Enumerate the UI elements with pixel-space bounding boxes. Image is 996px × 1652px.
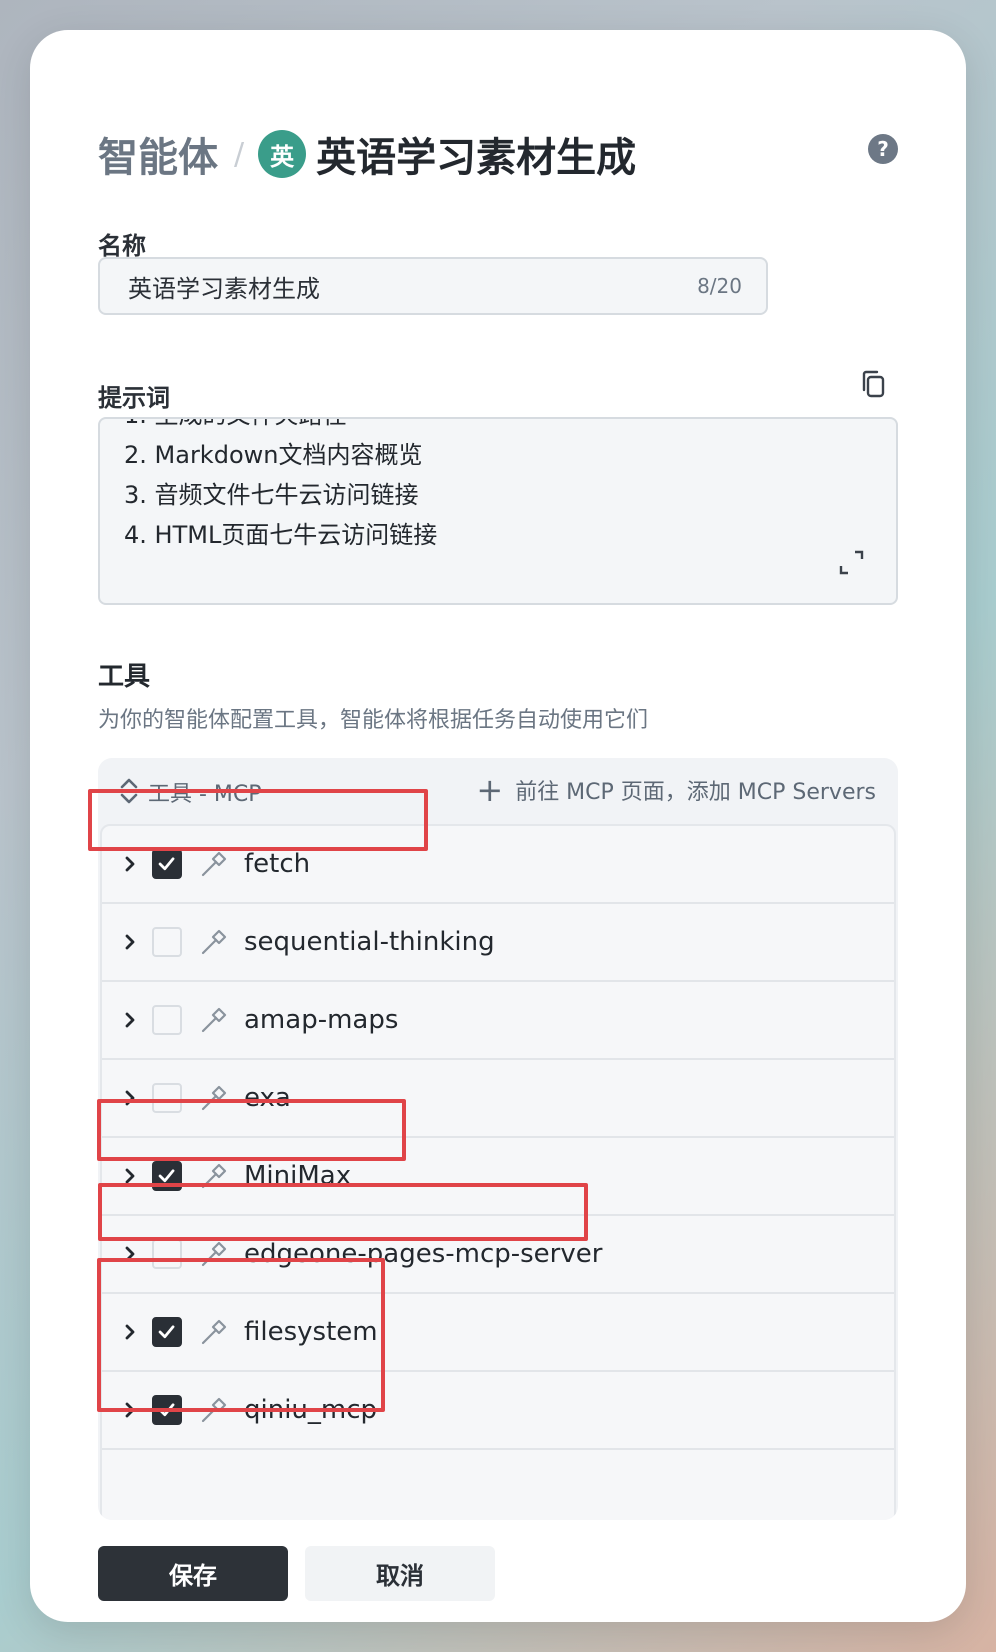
hammer-icon <box>201 851 227 877</box>
add-mcp-label: 前往 MCP 页面，添加 MCP Servers <box>515 780 876 805</box>
prompt-textarea[interactable]: 1. 生成的文件夹路径 2. Markdown文档内容概览 3. 音频文件七牛云… <box>98 417 898 605</box>
highlight-box <box>97 1099 406 1161</box>
prompt-line: 3. 音频文件七牛云访问链接 <box>124 481 419 509</box>
breadcrumb: 智能体 / 英 英语学习素材生成 <box>98 126 636 182</box>
agent-edit-dialog: 智能体 / 英 英语学习素材生成 ? 名称 英语学习素材生成 8/20 提示词 … <box>30 30 966 1622</box>
tools-description: 为你的智能体配置工具，智能体将根据任务自动使用它们 <box>98 708 649 733</box>
highlight-box <box>88 789 428 851</box>
cancel-button[interactable]: 取消 <box>305 1546 495 1601</box>
tool-list: fetch sequential-thinking amap-maps exa Mini… <box>100 824 896 1520</box>
highlight-box <box>98 1183 588 1241</box>
chevron-right-icon[interactable] <box>120 932 140 952</box>
name-input-value[interactable]: 英语学习素材生成 <box>128 269 697 304</box>
hammer-icon <box>201 1007 227 1033</box>
page-title: 英语学习素材生成 <box>316 135 637 181</box>
chevron-right-icon[interactable] <box>120 1010 140 1030</box>
tool-name: fetch <box>244 849 311 879</box>
prompt-label: 提示词 <box>98 384 170 412</box>
agent-avatar: 英 <box>258 130 307 178</box>
tool-checkbox[interactable] <box>152 927 182 957</box>
expand-icon[interactable] <box>838 549 866 577</box>
tool-name: amap-maps <box>244 1005 399 1035</box>
prompt-line: 2. Markdown文档内容概览 <box>124 441 423 469</box>
prompt-line: 4. HTML页面七牛云访问链接 <box>124 521 438 549</box>
prompt-text[interactable]: 1. 生成的文件夹路径 2. Markdown文档内容概览 3. 音频文件七牛云… <box>124 419 438 555</box>
tool-row[interactable]: amap-maps <box>102 982 894 1060</box>
hammer-icon <box>201 929 227 955</box>
tool-row[interactable]: sequential-thinking <box>102 904 894 982</box>
name-label: 名称 <box>98 232 146 260</box>
chevron-right-icon[interactable] <box>120 854 140 874</box>
tool-name: sequential-thinking <box>244 927 495 957</box>
name-char-counter: 8/20 <box>697 274 742 298</box>
breadcrumb-root[interactable]: 智能体 <box>98 125 218 183</box>
tool-checkbox[interactable] <box>152 1005 182 1035</box>
help-icon[interactable]: ? <box>868 134 898 164</box>
breadcrumb-separator: / <box>234 136 245 172</box>
prompt-line: 1. 生成的文件夹路径 <box>124 419 437 435</box>
tools-title: 工具 <box>98 662 151 692</box>
plus-icon: + <box>476 771 504 809</box>
checkmark-icon <box>158 857 175 871</box>
tool-checkbox[interactable] <box>152 849 182 879</box>
save-button[interactable]: 保存 <box>98 1546 288 1601</box>
highlight-box <box>97 1258 385 1412</box>
copy-icon[interactable] <box>860 369 888 399</box>
name-input[interactable]: 英语学习素材生成 8/20 <box>98 257 768 315</box>
add-mcp-link[interactable]: + 前往 MCP 页面，添加 MCP Servers <box>476 774 876 806</box>
